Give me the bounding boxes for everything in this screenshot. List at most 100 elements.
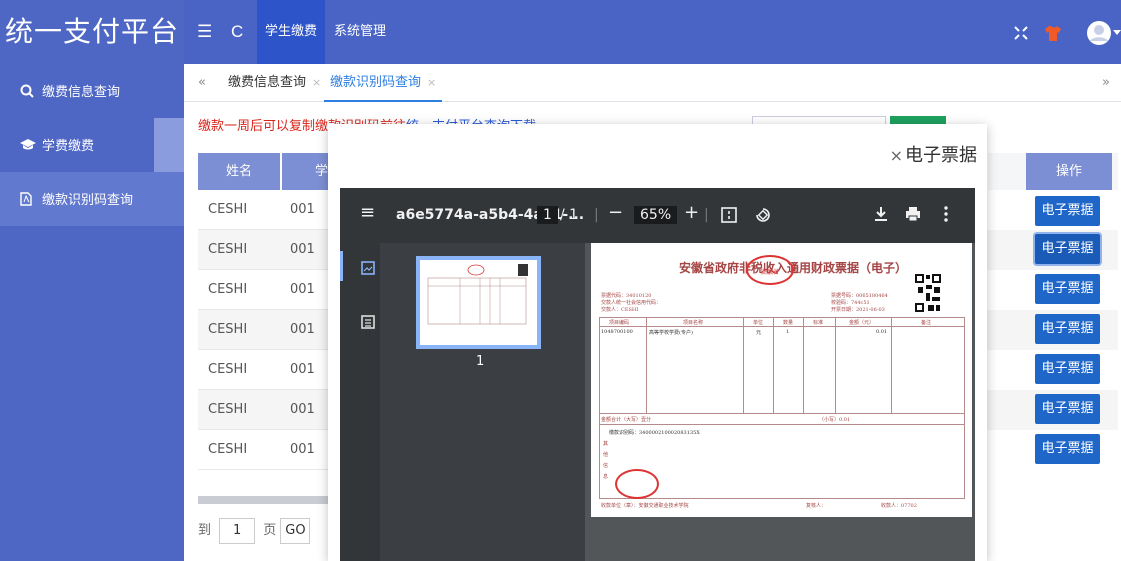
cell-id: 001 [280, 430, 328, 470]
tab-scroll-right-button[interactable]: » [1096, 64, 1116, 102]
dialog-title-text: 电子票据 [905, 145, 977, 166]
fit-page-icon[interactable] [721, 207, 737, 223]
tab-scroll-left-button[interactable]: « [192, 64, 212, 102]
payer-name: 交款人：CESHI [601, 307, 639, 313]
pdf-page-total: / 1 [560, 207, 579, 223]
item-qty: 1 [786, 329, 790, 335]
pdf-page-input[interactable]: 1 [537, 206, 558, 224]
cell-id: 001 [280, 190, 328, 230]
tab-payment-query[interactable]: 缴费信息查询 × [222, 64, 327, 102]
cell-name: CESHI [198, 350, 280, 390]
other-info-label: 其他信息 [603, 441, 609, 480]
thumbnail-view-icon[interactable] [361, 261, 375, 275]
cell-name: CESHI [198, 430, 280, 470]
user-avatar-icon[interactable] [1086, 20, 1112, 46]
pdf-separator: | [594, 207, 599, 223]
col-header: 单位 [753, 320, 764, 326]
cell-id: 001 [280, 350, 328, 390]
cell-id: 001 [280, 310, 328, 350]
invoice-table [599, 317, 965, 499]
col-header: 项目名称 [683, 320, 704, 326]
e-invoice-button[interactable]: 电子票据 [1035, 354, 1100, 384]
dialog-title: × 电子票据 [890, 141, 977, 167]
invoice-code: 票据代码：34010120 [601, 293, 652, 299]
e-invoice-button[interactable]: 电子票据 [1035, 274, 1100, 304]
total-lowercase: （小写）0.01 [819, 417, 851, 423]
go-button[interactable]: GO [280, 518, 311, 544]
theme-shirt-icon[interactable] [1044, 24, 1062, 42]
e-invoice-button[interactable]: 电子票据 [1035, 196, 1100, 226]
invoice-number: 票据号码：0065180464 [831, 293, 888, 299]
sidebar-item-label: 缴款识别码查询 [42, 193, 134, 208]
cell-id: 001 [280, 390, 328, 430]
invoice-page: 安徽省政府非税收入通用财政票据（电子） 安徽省 票据代码：34010120 交款… [591, 243, 972, 517]
tab-close-icon[interactable]: × [427, 76, 436, 89]
reviewer: 复核人： [806, 503, 827, 509]
school-seal [615, 469, 659, 499]
e-invoice-button[interactable]: 电子票据 [1035, 314, 1100, 344]
pagination: 到 1 页 GO [198, 518, 311, 544]
issue-date: 开票日期：2021-06-03 [831, 307, 885, 313]
sidebar-item-label: 学费缴费 [42, 139, 95, 154]
cell-name: CESHI [198, 230, 280, 270]
column-header-action: 操作 [1026, 153, 1112, 190]
more-options-icon[interactable] [944, 206, 948, 222]
cell-name: CESHI [198, 270, 280, 310]
cell-name: CESHI [198, 190, 280, 230]
sidebar-item-label: 缴费信息查询 [42, 85, 121, 100]
outline-view-icon[interactable] [361, 315, 375, 329]
menu-toggle-icon[interactable]: ☰ [197, 22, 212, 42]
pdf-zoom-in-button[interactable]: + [684, 204, 699, 222]
nav-student-payment[interactable]: 学生缴费 [257, 0, 326, 64]
pdf-zoom-out-button[interactable]: − [608, 204, 623, 222]
app-logo: 统一支付平台 [0, 0, 184, 64]
tab-close-icon[interactable]: × [312, 76, 321, 89]
column-header-name: 姓名 [198, 153, 280, 190]
pdf-icon [20, 172, 42, 226]
sidebar-strip [154, 118, 184, 172]
refresh-icon[interactable]: C [231, 22, 243, 42]
total-uppercase: 金额合计（大写）壹分 [601, 417, 652, 423]
item-name: 高等学校学费(专户) [649, 330, 693, 336]
print-icon[interactable] [905, 206, 921, 222]
qr-code-icon [914, 273, 942, 313]
column-header-id: 学 [282, 153, 328, 190]
download-icon[interactable] [874, 206, 888, 222]
e-invoice-button[interactable]: 电子票据 [1035, 234, 1100, 264]
sidebar-item-payment-query[interactable]: 缴费信息查询 [0, 64, 184, 118]
top-bar: 统一支付平台 ☰ C 学生缴费 系统管理 [0, 0, 1121, 64]
nav-system-management[interactable]: 系统管理 [326, 0, 394, 64]
tab-bar: « 缴费信息查询 × 缴款识别码查询 × » [184, 64, 1121, 102]
page-thumbnail[interactable] [416, 256, 541, 349]
graduation-cap-icon [20, 118, 42, 172]
chevron-down-icon[interactable] [1113, 30, 1121, 36]
payment-identifier: 缴款识别码：340000210002083135X [609, 430, 700, 436]
pdf-zoom-input[interactable]: 65% [634, 206, 678, 224]
dialog-close-icon[interactable]: × [890, 146, 903, 165]
item-unit: 元 [756, 330, 762, 336]
cell-id: 001 [280, 270, 328, 310]
pager-to-label: 到 [198, 523, 212, 538]
tab-identifier-query[interactable]: 缴款识别码查询 × [324, 64, 443, 102]
item-code: 1048700100 [601, 329, 633, 335]
col-header: 金额（元） [849, 320, 875, 326]
e-invoice-button[interactable]: 电子票据 [1035, 434, 1100, 464]
horizontal-scrollbar[interactable] [198, 496, 328, 504]
pager-page-label: 页 [263, 523, 277, 538]
pdf-separator: | [704, 207, 709, 223]
thumbnail-preview-image [427, 264, 528, 325]
e-invoice-button[interactable]: 电子票据 [1035, 394, 1100, 424]
col-header: 数量 [783, 320, 794, 326]
sidebar-item-identifier-query[interactable]: 缴款识别码查询 [0, 172, 184, 226]
sidebar: 缴费信息查询 学费缴费 缴款识别码查询 [0, 64, 184, 561]
fullscreen-icon[interactable] [1014, 26, 1028, 40]
item-amount: 0.01 [876, 329, 888, 335]
pdf-menu-icon[interactable]: ≡ [360, 204, 375, 222]
payer-credit-code: 交款人统一社会信用代码： [601, 300, 662, 306]
col-header: 标准 [813, 320, 824, 326]
page-number-input[interactable]: 1 [219, 518, 256, 544]
rotate-icon[interactable] [754, 206, 772, 224]
cell-name: CESHI [198, 390, 280, 430]
cell-id: 001 [280, 230, 328, 270]
payee-person: 收款人：07702 [881, 503, 917, 509]
